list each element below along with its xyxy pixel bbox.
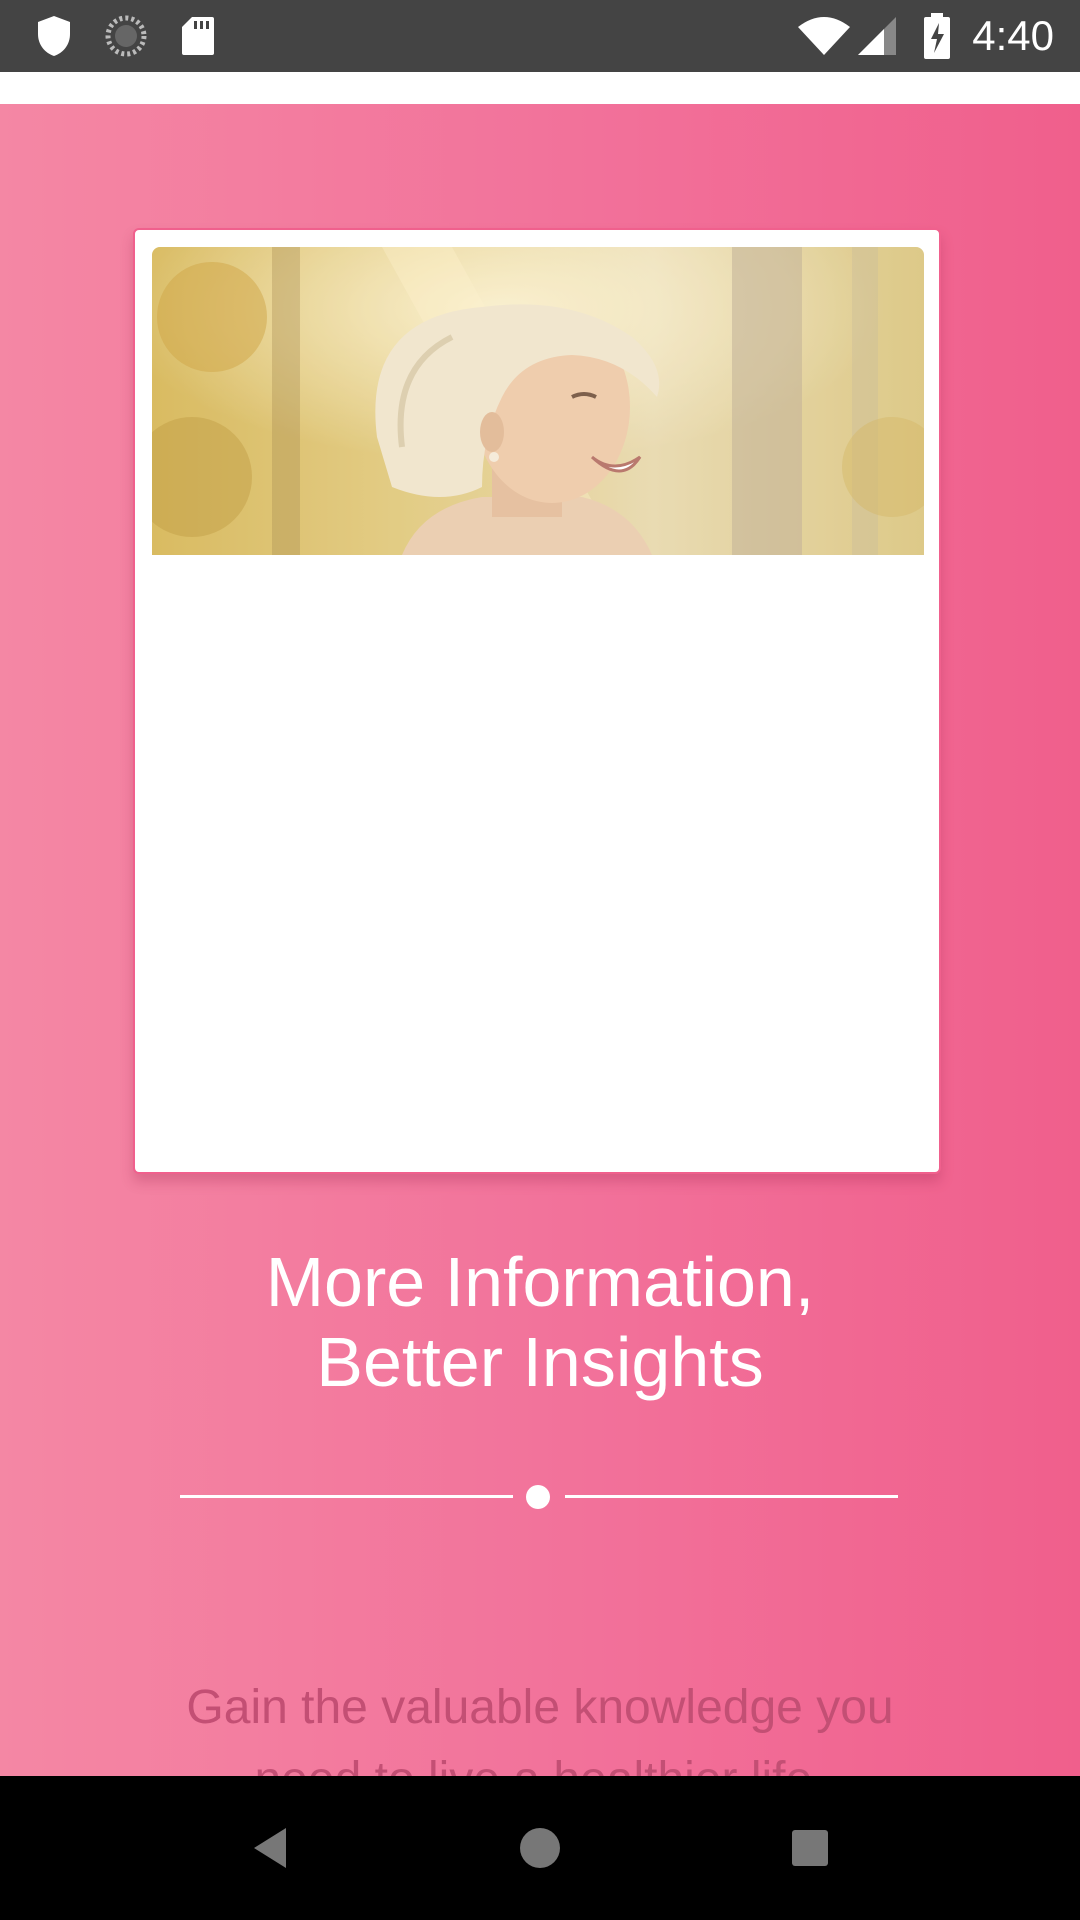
shield-icon (34, 0, 74, 72)
woman-smiling-photo (152, 247, 924, 555)
recents-icon[interactable] (750, 1776, 870, 1920)
divider-line (565, 1495, 898, 1498)
page-indicator-divider (180, 1482, 898, 1512)
signal-icon (856, 0, 900, 72)
page-indicator-dot (526, 1485, 550, 1509)
title-line: Better Insights (316, 1323, 764, 1401)
home-icon[interactable] (480, 1776, 600, 1920)
subtitle-line: Gain the valuable knowledge you (186, 1681, 894, 1734)
back-icon[interactable] (210, 1776, 330, 1920)
page-title: More Information, Better Insights (0, 1242, 1080, 1402)
onboarding-page[interactable]: More Information, Better Insights Gain t… (0, 104, 1080, 1806)
system-nav-bar (0, 1776, 1080, 1920)
sync-icon (104, 0, 148, 72)
status-time: 4:40 (972, 12, 1054, 59)
feature-card (133, 228, 941, 1174)
app-top-strip (0, 72, 1080, 104)
wifi-icon (796, 0, 852, 72)
sd-card-icon (178, 0, 218, 72)
battery-charging-icon (920, 0, 954, 72)
divider-line (180, 1495, 513, 1498)
title-line: More Information, (265, 1243, 815, 1321)
status-bar: 4:40 (0, 0, 1080, 72)
